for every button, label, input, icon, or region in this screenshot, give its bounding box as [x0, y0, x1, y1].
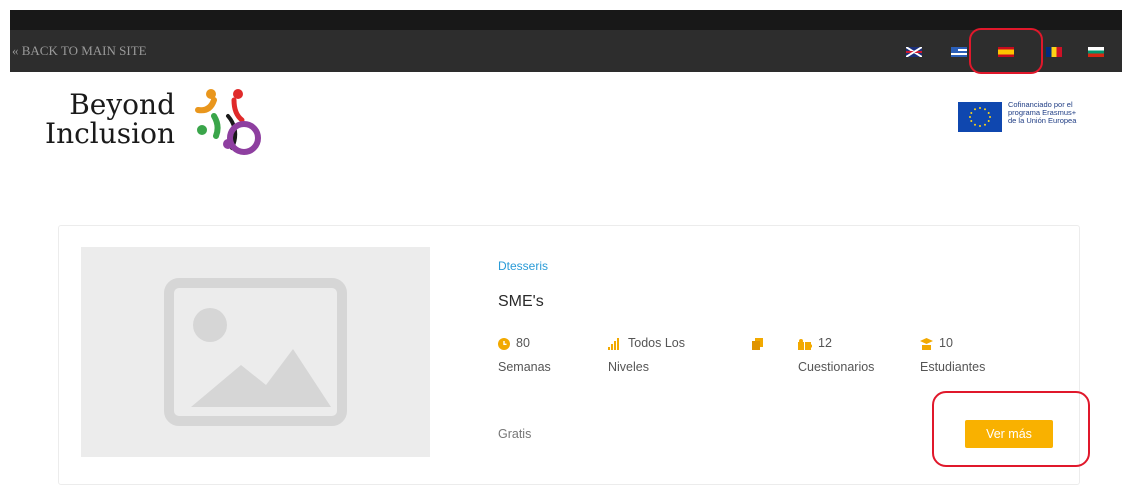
stat-level: Todos Los: [608, 336, 685, 350]
image-placeholder-icon: [164, 278, 347, 426]
stat-lessons: [752, 336, 770, 350]
flag-romanian-icon[interactable]: [1046, 47, 1062, 57]
course-author-link[interactable]: Dtesseris: [498, 259, 548, 273]
eu-badge-text: Cofinanciado por el programa Erasmus+ de…: [1008, 101, 1092, 125]
flag-bulgarian-icon[interactable]: [1088, 47, 1104, 57]
logo-text-line1: Beyond: [69, 88, 175, 121]
eu-badge-line3: de la Unión Europea: [1008, 116, 1077, 125]
logo-graphic-icon: [195, 89, 261, 155]
top-bar: « BACK TO MAIN SITE: [10, 30, 1122, 72]
graduate-icon: [920, 337, 933, 350]
files-icon: [752, 337, 763, 350]
puzzle-icon: [798, 338, 812, 350]
eu-cofunding-badge: Cofinanciado por el programa Erasmus+ de…: [958, 100, 1092, 134]
flag-english-icon[interactable]: [906, 47, 922, 57]
stat-quizzes: 12: [798, 336, 832, 350]
flag-greek-icon[interactable]: [951, 47, 967, 57]
signal-bars-icon: [608, 337, 619, 350]
eu-flag-icon: [958, 102, 1002, 132]
stat-duration: 80: [498, 336, 530, 350]
logo-text: Beyond Inclusion: [20, 90, 175, 148]
stat-students-label: Estudiantes: [920, 360, 986, 374]
stat-duration-label: Semanas: [498, 360, 551, 374]
course-thumbnail[interactable]: [81, 247, 430, 457]
stat-students-value: 10: [939, 336, 953, 350]
clock-icon: [498, 337, 510, 350]
stat-quizzes-label: Cuestionarios: [798, 360, 875, 374]
stat-quizzes-value: 12: [818, 336, 832, 350]
site-logo[interactable]: Beyond Inclusion: [20, 86, 290, 166]
stat-level-value: Todos Los: [628, 336, 685, 350]
course-title[interactable]: SME's: [498, 293, 544, 311]
button-highlight: [932, 391, 1090, 467]
stat-level-label: Niveles: [608, 360, 649, 374]
stat-students: 10: [920, 336, 953, 350]
logo-text-line2: Inclusion: [45, 117, 175, 150]
spanish-flag-highlight: [969, 28, 1043, 74]
course-price: Gratis: [498, 427, 532, 441]
back-to-main-site-link[interactable]: « BACK TO MAIN SITE: [12, 43, 147, 59]
top-strip: [10, 10, 1122, 30]
stat-duration-value: 80: [516, 336, 530, 350]
